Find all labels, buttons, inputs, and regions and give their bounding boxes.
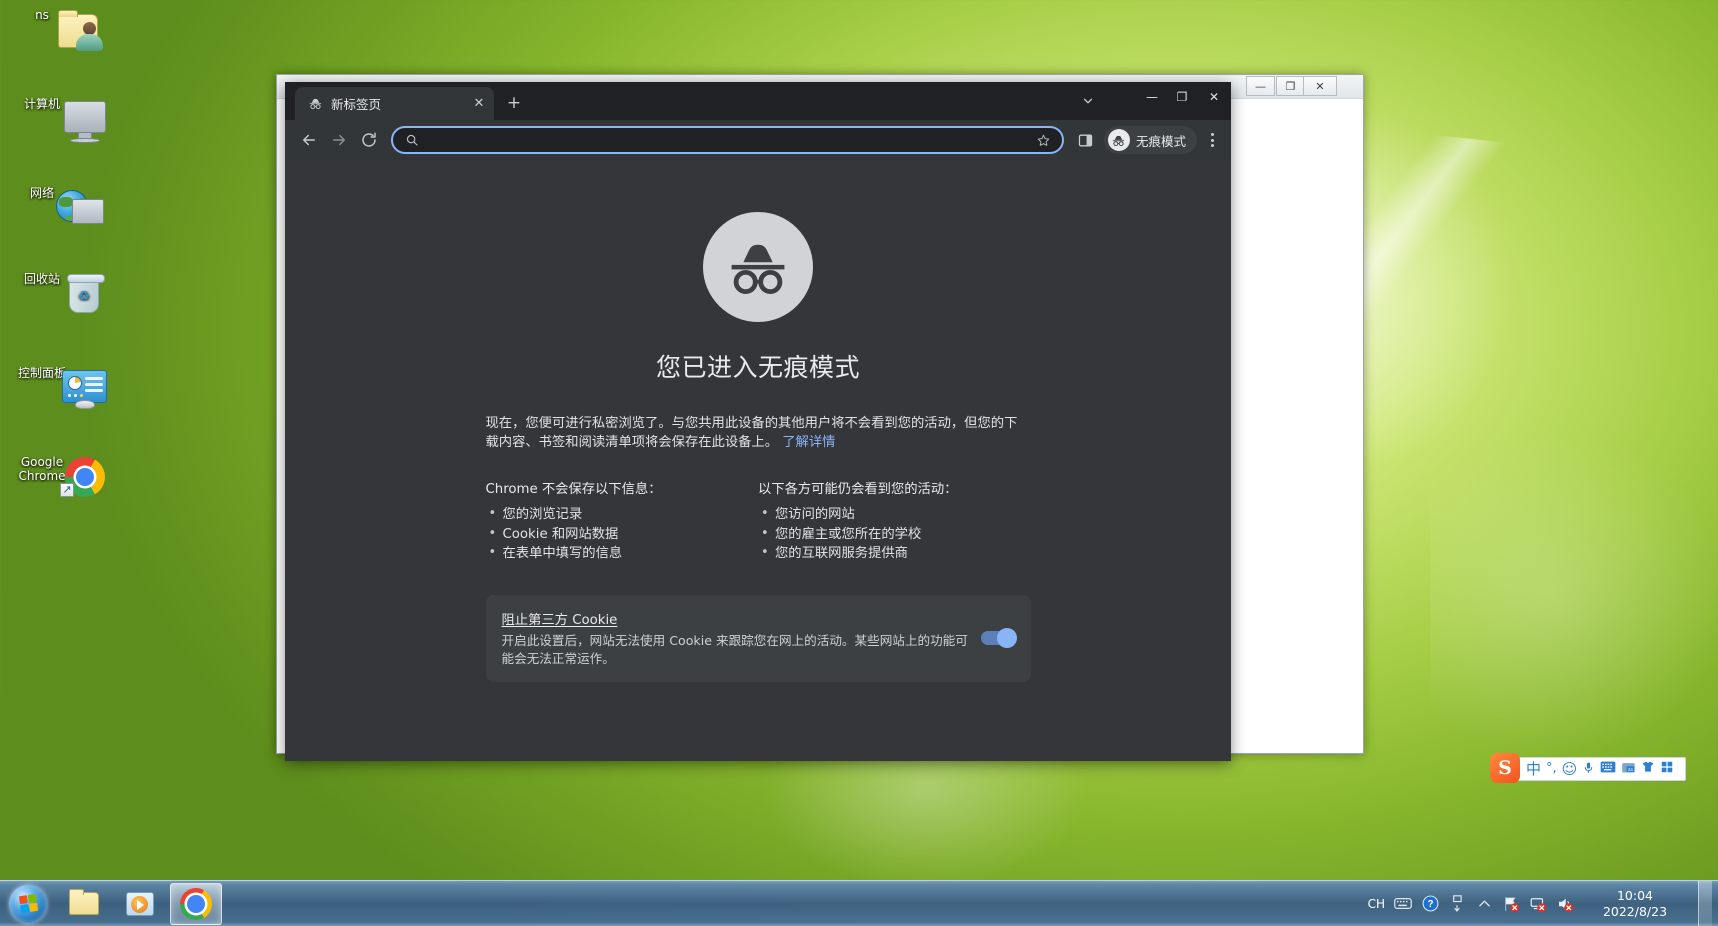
list-item: 您访问的网站: [758, 506, 1031, 525]
column-list: 您的浏览记录 Cookie 和网站数据 在表单中填写的信息: [486, 506, 759, 564]
incognito-indicator-label: 无痕模式: [1136, 131, 1186, 150]
ime-punctuation-mode[interactable]: °,: [1546, 762, 1557, 776]
list-item: 您的雇主或您所在的学校: [758, 526, 1031, 545]
ime-voice-input-icon[interactable]: [1582, 760, 1595, 779]
incognito-hero-icon: [703, 212, 813, 322]
incognito-avatar-icon: [1108, 129, 1130, 151]
reload-button[interactable]: [355, 126, 383, 154]
ime-language-mode[interactable]: 中: [1526, 762, 1541, 776]
taskbar[interactable]: CH ? 10:04 2022/8/23: [0, 880, 1718, 926]
window-maximize-button[interactable]: ❐: [1167, 82, 1197, 111]
background-window-close-button[interactable]: ✕: [1303, 76, 1337, 96]
tray-overflow-icon[interactable]: [1475, 895, 1493, 913]
column-not-saved: Chrome 不会保存以下信息： 您的浏览记录 Cookie 和网站数据 在表单…: [486, 478, 759, 565]
tab-close-button[interactable]: ✕: [470, 95, 488, 113]
background-window-maximize-button[interactable]: ❐: [1276, 76, 1305, 96]
incognito-icon: [307, 96, 323, 112]
taskbar-clock[interactable]: 10:04 2022/8/23: [1587, 888, 1683, 920]
taskbar-item-windows-media-player[interactable]: [114, 883, 166, 925]
sogou-ime-toolbar[interactable]: S 中 °, ☺ 24: [1496, 757, 1686, 781]
side-panel-icon[interactable]: [1072, 126, 1100, 154]
system-tray[interactable]: CH ? 10:04 2022/8/23: [1368, 881, 1718, 926]
column-heading: 以下各方可能仍会看到您的活动：: [758, 478, 1031, 497]
taskbar-item-google-chrome[interactable]: [170, 883, 222, 925]
learn-more-link[interactable]: 了解详情: [782, 435, 835, 450]
intro-paragraph: 现在，您便可进行私密浏览了。与您共用此设备的其他用户将不会看到您的活动，但您的下…: [486, 414, 1031, 452]
desktop-icon-recycle-bin[interactable]: ♻ 回收站: [0, 272, 84, 286]
desktop-icon-network[interactable]: 网络: [0, 186, 84, 200]
help-icon[interactable]: ?: [1421, 895, 1439, 913]
desktop-icon-ns[interactable]: ns: [0, 8, 84, 22]
list-item: 您的互联网服务提供商: [758, 545, 1031, 564]
tab-title: 新标签页: [331, 94, 462, 113]
chrome-browser-window[interactable]: 新标签页 ✕ + — ❐ ✕: [285, 82, 1231, 761]
volume-muted-icon[interactable]: [1556, 895, 1574, 913]
list-item: 在表单中填写的信息: [486, 545, 759, 564]
cookie-card-title: 阻止第三方 Cookie: [502, 609, 969, 628]
flag-error-icon[interactable]: [1502, 895, 1520, 913]
tab-strip[interactable]: 新标签页 ✕ + — ❐ ✕: [285, 82, 1231, 120]
forward-button[interactable]: [325, 126, 353, 154]
desktop-icon-google-chrome[interactable]: ↗ Google Chrome: [0, 455, 84, 483]
browser-toolbar[interactable]: 无痕模式: [285, 120, 1231, 160]
chrome-icon: [180, 888, 212, 920]
desktop-icon-control-panel[interactable]: 控制面板: [0, 366, 84, 380]
clock-time: 10:04: [1587, 888, 1683, 904]
tray-language-indicator[interactable]: CH: [1368, 897, 1385, 911]
ime-toggle-icon[interactable]: [1448, 895, 1466, 913]
block-third-party-cookies-toggle[interactable]: [981, 631, 1015, 645]
ime-soft-keyboard-icon[interactable]: [1600, 761, 1616, 777]
chevron-down-icon[interactable]: [1075, 88, 1101, 114]
search-icon: [405, 133, 419, 147]
show-desktop-button[interactable]: [1698, 881, 1712, 926]
bookmark-star-icon[interactable]: [1032, 128, 1056, 152]
ime-calendar-icon[interactable]: 24: [1621, 761, 1636, 778]
windows-logo-icon: [9, 885, 47, 923]
window-controls[interactable]: — ❐ ✕: [1137, 82, 1231, 111]
address-bar[interactable]: [391, 126, 1064, 154]
window-minimize-button[interactable]: —: [1137, 82, 1167, 111]
svg-text:?: ?: [1427, 899, 1433, 910]
cookie-card-text: 阻止第三方 Cookie 开启此设置后，网站无法使用 Cookie 来跟踪您在网…: [502, 609, 969, 668]
wallpaper-glow-right: [1430, 430, 1718, 760]
list-item: 您的浏览记录: [486, 506, 759, 525]
keyboard-icon[interactable]: [1394, 895, 1412, 913]
start-button[interactable]: [2, 883, 54, 925]
info-columns: Chrome 不会保存以下信息： 您的浏览记录 Cookie 和网站数据 在表单…: [486, 478, 1031, 565]
cookie-card-description: 开启此设置后，网站无法使用 Cookie 来跟踪您在网上的活动。某些网站上的功能…: [502, 632, 969, 668]
background-window-minimize-button[interactable]: —: [1246, 76, 1275, 96]
column-heading: Chrome 不会保存以下信息：: [486, 478, 759, 497]
column-still-visible: 以下各方可能仍会看到您的活动： 您访问的网站 您的雇主或您所在的学校 您的互联网…: [758, 478, 1031, 565]
new-tab-page: 您已进入无痕模式 现在，您便可进行私密浏览了。与您共用此设备的其他用户将不会看到…: [285, 160, 1231, 761]
folder-icon: [69, 892, 99, 915]
taskbar-item-windows-explorer[interactable]: [58, 883, 110, 925]
column-list: 您访问的网站 您的雇主或您所在的学校 您的互联网服务提供商: [758, 506, 1031, 564]
window-close-button[interactable]: ✕: [1197, 82, 1231, 111]
ime-skin-icon[interactable]: [1641, 760, 1655, 778]
list-item: Cookie 和网站数据: [486, 526, 759, 545]
network-error-icon[interactable]: [1529, 895, 1547, 913]
svg-text:24: 24: [1628, 766, 1633, 771]
intro-paragraph-text: 现在，您便可进行私密浏览了。与您共用此设备的其他用户将不会看到您的活动，但您的下…: [486, 416, 1018, 450]
browser-tab[interactable]: 新标签页 ✕: [295, 87, 494, 120]
sogou-logo-icon[interactable]: S: [1490, 753, 1520, 783]
incognito-indicator-button[interactable]: 无痕模式: [1104, 126, 1197, 154]
media-player-icon: [126, 892, 154, 916]
new-tab-button[interactable]: +: [500, 89, 528, 117]
third-party-cookie-card: 阻止第三方 Cookie 开启此设置后，网站无法使用 Cookie 来跟踪您在网…: [486, 595, 1031, 682]
clock-date: 2022/8/23: [1587, 904, 1683, 920]
ime-toolbox-icon[interactable]: [1660, 760, 1674, 778]
browser-menu-button[interactable]: [1199, 127, 1225, 153]
ime-emoji-icon[interactable]: ☺: [1562, 762, 1578, 776]
desktop-icon-computer[interactable]: 计算机: [0, 97, 84, 111]
page-title: 您已进入无痕模式: [656, 348, 860, 384]
back-button[interactable]: [295, 126, 323, 154]
